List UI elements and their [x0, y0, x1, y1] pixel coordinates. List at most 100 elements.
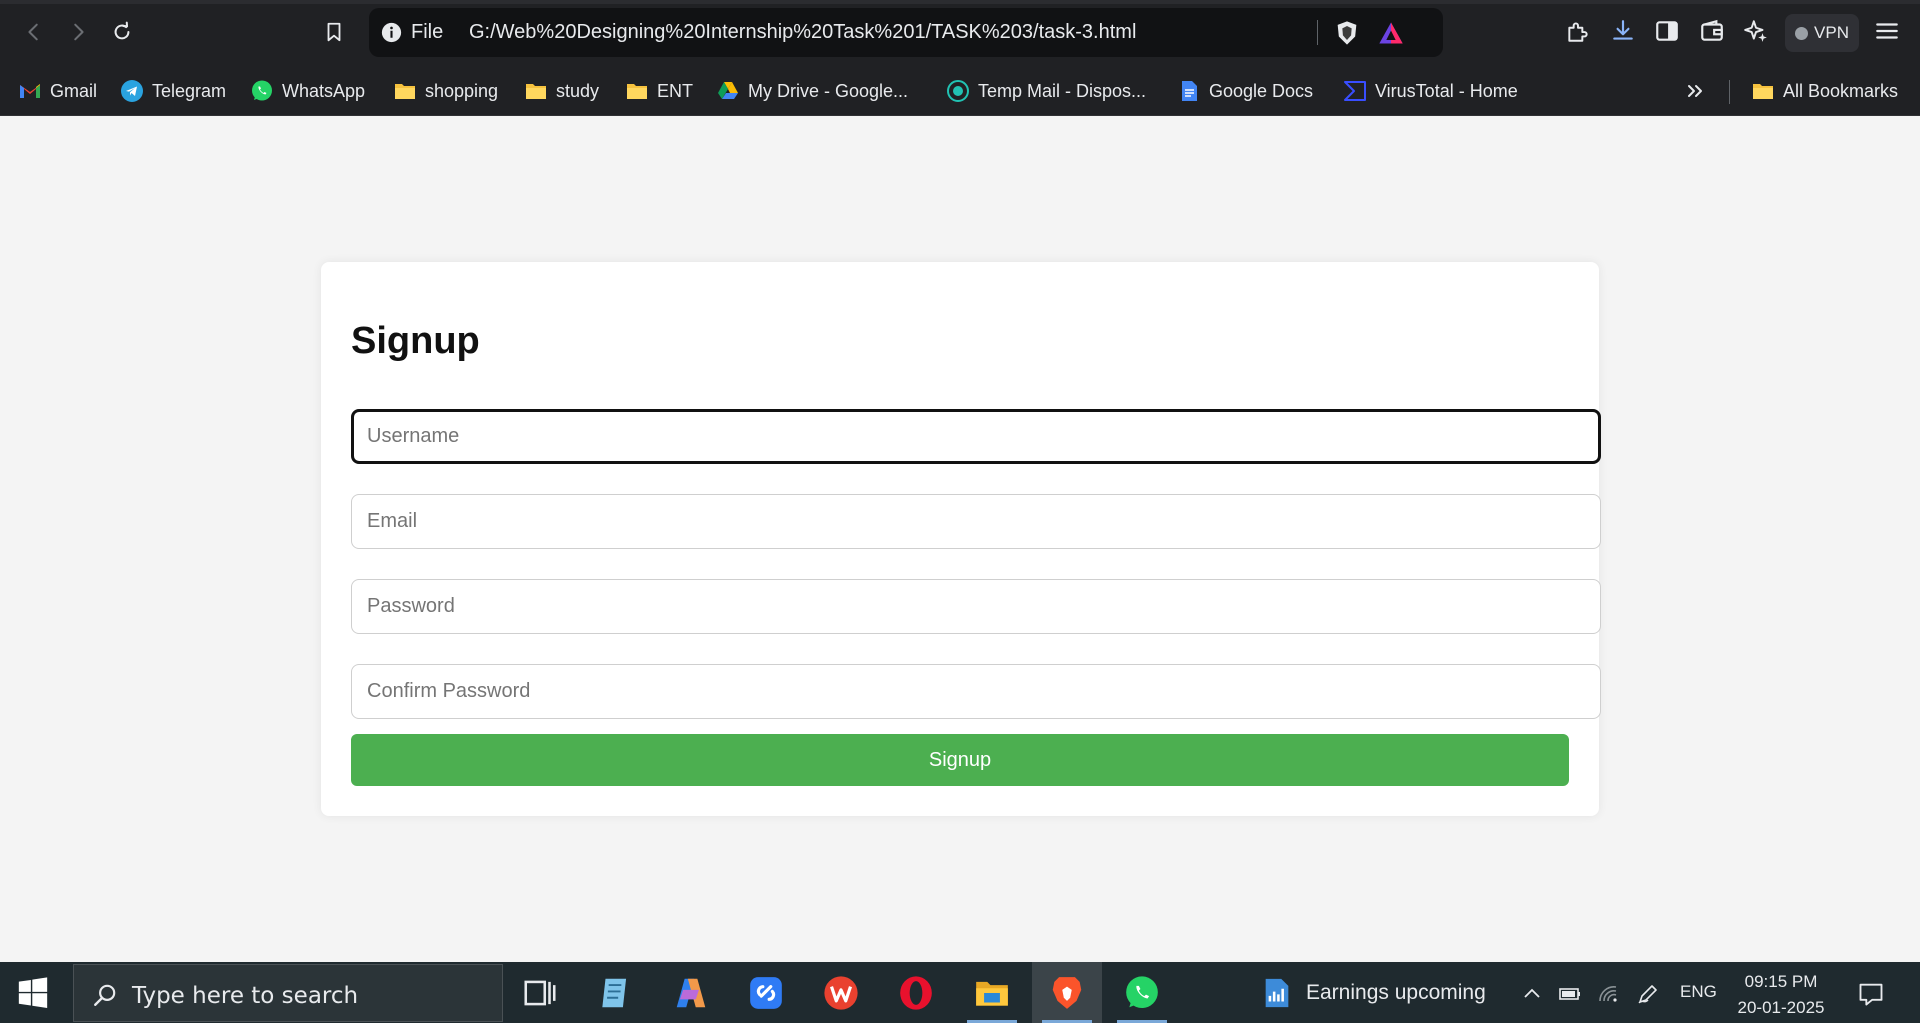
task-view-icon [524, 980, 556, 1005]
taskbar-search-box[interactable]: Type here to search [73, 964, 503, 1022]
pen-icon [1638, 985, 1657, 1004]
network-status[interactable] [1597, 982, 1621, 1006]
brave-icon [1052, 976, 1082, 1009]
whatsapp-icon [252, 80, 272, 101]
bookmark-virustotal[interactable]: VirusTotal - Home [1343, 66, 1518, 116]
sidebar-button[interactable] [1652, 16, 1682, 46]
downloads-button[interactable] [1608, 16, 1638, 46]
bookmark-page-button[interactable] [316, 14, 352, 50]
password-input[interactable] [351, 579, 1601, 634]
bookmark-folder-ent[interactable]: ENT [625, 66, 693, 116]
bookmarks-divider [1729, 80, 1730, 104]
google-docs-icon [1182, 81, 1197, 101]
taskbar-app-file-explorer[interactable] [957, 962, 1027, 1023]
link-app-icon [750, 976, 782, 1009]
bookmark-telegram[interactable]: Telegram [120, 66, 226, 116]
opera-icon [900, 975, 932, 1010]
download-icon [1613, 20, 1633, 40]
all-bookmarks-label: All Bookmarks [1783, 80, 1899, 101]
main-menu-button[interactable] [1872, 16, 1902, 46]
taskbar-app-link[interactable] [731, 962, 801, 1023]
leo-ai-icon [1744, 20, 1767, 42]
wallet-icon [1701, 19, 1723, 41]
bookmark-gmail[interactable]: Gmail [18, 66, 97, 116]
folder-icon [627, 84, 647, 99]
address-bar-divider [1317, 20, 1318, 45]
taskbar-app-copilot[interactable] [656, 962, 726, 1023]
bookmark-label: Temp Mail - Dispos... [978, 80, 1147, 101]
all-bookmarks-button[interactable]: All Bookmarks [1751, 66, 1898, 116]
url-text[interactable]: G:/Web%20Designing%20Internship%20Task%2… [469, 21, 1136, 44]
extensions-icon [1568, 22, 1588, 42]
battery-status[interactable] [1558, 982, 1582, 1006]
system-clock[interactable]: 09:15 PM 20-01-2025 [1736, 969, 1826, 1021]
brave-rewards-icon[interactable] [1377, 19, 1405, 47]
info-icon[interactable] [381, 22, 402, 43]
folder-icon [526, 84, 546, 99]
bookmark-google-drive[interactable]: My Drive - Google... [716, 66, 908, 116]
vpn-label: VPN [1814, 23, 1849, 42]
username-input[interactable] [351, 409, 1601, 464]
leo-ai-button[interactable] [1741, 16, 1771, 46]
sidebar-icon [1656, 21, 1678, 41]
signup-button[interactable]: Signup [351, 734, 1569, 786]
temp-mail-icon [947, 80, 969, 102]
taskbar-app-wps[interactable] [806, 962, 876, 1023]
gmail-icon [20, 84, 40, 98]
bookmark-folder-shopping[interactable]: shopping [393, 66, 498, 116]
bookmark-label: shopping [425, 80, 499, 101]
taskbar-app-whatsapp[interactable] [1107, 962, 1177, 1023]
bookmark-google-docs[interactable]: Google Docs [1177, 66, 1313, 116]
news-text: Earnings upcoming [1306, 980, 1486, 1004]
signup-title: Signup [351, 320, 480, 362]
task-view-button[interactable] [505, 962, 575, 1023]
notification-center-icon[interactable] [1857, 980, 1885, 1008]
url-scheme: File [411, 21, 444, 43]
vpn-button[interactable]: VPN [1785, 14, 1859, 52]
bookmark-icon [327, 22, 341, 42]
wallet-button[interactable] [1697, 16, 1727, 46]
news-widget[interactable]: Earnings upcoming [1260, 962, 1486, 1023]
bookmark-label: Telegram [152, 80, 227, 101]
back-icon [28, 23, 38, 41]
confirm-password-input[interactable] [351, 664, 1601, 719]
virustotal-icon [1344, 81, 1366, 101]
search-icon [94, 984, 116, 1006]
copilot-icon [676, 978, 706, 1007]
reload-icon [114, 21, 130, 40]
taskbar-app-brave[interactable] [1032, 962, 1102, 1023]
brave-shields-icon[interactable] [1333, 19, 1361, 47]
wifi-icon [1599, 986, 1617, 1002]
bookmark-folder-study[interactable]: study [524, 66, 599, 116]
windows-taskbar: Type here to search Earnings upcoming EN… [0, 962, 1920, 1023]
notepad-icon [602, 978, 627, 1007]
folder-icon [395, 84, 415, 99]
vpn-status-icon [1795, 26, 1809, 40]
extensions-button[interactable] [1563, 16, 1593, 46]
pen-menu-button[interactable] [1636, 982, 1660, 1006]
more-bookmarks-button[interactable] [1683, 66, 1707, 116]
bookmark-label: WhatsApp [282, 80, 366, 101]
bookmark-whatsapp[interactable]: WhatsApp [250, 66, 365, 116]
taskbar-app-opera[interactable] [881, 962, 951, 1023]
taskbar-app-notepad[interactable] [580, 962, 650, 1023]
chevron-up-icon [1524, 988, 1540, 998]
bookmarks-bar: Gmail Telegram WhatsApp shopping study E… [0, 66, 1920, 116]
wps-office-icon [824, 975, 858, 1010]
bookmark-label: ENT [657, 80, 693, 101]
folder-icon [976, 981, 1008, 1006]
window-edge [0, 0, 1920, 4]
show-hidden-icons-button[interactable] [1520, 982, 1544, 1006]
email-input[interactable] [351, 494, 1601, 549]
signup-card: Signup Signup [321, 262, 1601, 816]
input-language-indicator[interactable]: ENG [1680, 982, 1717, 1002]
forward-icon [74, 23, 84, 41]
windows-start-icon[interactable] [16, 976, 50, 1010]
address-bar[interactable]: File G:/Web%20Designing%20Internship%20T… [369, 8, 1443, 57]
bookmark-label: My Drive - Google... [748, 80, 909, 101]
bookmark-temp-mail[interactable]: Temp Mail - Dispos... [946, 66, 1146, 116]
reload-button[interactable] [104, 14, 140, 50]
bookmark-label: study [556, 80, 600, 101]
back-button[interactable] [16, 14, 52, 50]
forward-button[interactable] [60, 14, 96, 50]
